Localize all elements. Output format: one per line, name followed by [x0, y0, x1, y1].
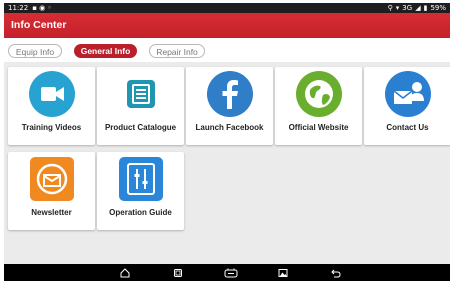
wifi-icon: ▾ [395, 4, 400, 12]
signal-icon: ◢ [415, 4, 421, 12]
page-title: Info Center [11, 19, 67, 31]
tile-label: Product Catalogue [104, 123, 177, 132]
tile-training-videos[interactable]: Training Videos [8, 67, 95, 145]
facebook-icon [206, 71, 253, 117]
video-icon [28, 71, 75, 117]
contact-icon [384, 71, 431, 117]
tile-launch-facebook[interactable]: Launch Facebook [186, 67, 273, 145]
location-icon: ⚲ [387, 4, 393, 12]
back-icon[interactable] [331, 268, 341, 278]
catalogue-icon [126, 80, 155, 108]
tile-official-website[interactable]: Official Website [275, 67, 362, 145]
notification-icon: ▪ ◉ ◦ [32, 4, 52, 12]
operation-guide-icon [118, 157, 163, 201]
system-navigation-bar [4, 264, 450, 281]
tab-equip-info[interactable]: Equip Info [8, 44, 62, 58]
tile-label: Newsletter [31, 208, 72, 217]
screenshot-icon[interactable] [278, 268, 288, 278]
battery-icon: ▮ [423, 4, 428, 12]
home-icon[interactable] [120, 268, 130, 278]
status-time: 11:22 [8, 4, 29, 12]
tile-product-catalogue[interactable]: Product Catalogue [97, 67, 184, 145]
overview-icon[interactable] [173, 268, 183, 278]
tile-label: Official Website [288, 123, 349, 132]
battery-level: 59% [430, 4, 446, 12]
newsletter-icon [29, 157, 74, 201]
vci-icon[interactable] [224, 268, 238, 278]
tab-bar: Equip Info General Info Repair Info [4, 38, 450, 62]
tile-label: Training Videos [21, 123, 82, 132]
tile-contact-us[interactable]: Contact Us [364, 67, 450, 145]
tile-operation-guide[interactable]: Operation Guide [97, 152, 184, 230]
tile-label: Launch Facebook [195, 123, 264, 132]
device-screen: 11:22 ▪ ◉ ◦ ⚲ ▾ 3G ◢ ▮ 59% Info Center E… [4, 3, 450, 281]
tile-label: Operation Guide [109, 208, 172, 217]
globe-icon [295, 71, 342, 117]
tile-label: Contact Us [386, 123, 429, 132]
tile-newsletter[interactable]: Newsletter [8, 152, 95, 230]
network-type: 3G [402, 4, 413, 12]
tab-repair-info[interactable]: Repair Info [149, 44, 205, 58]
status-bar: 11:22 ▪ ◉ ◦ ⚲ ▾ 3G ◢ ▮ 59% [4, 3, 450, 13]
tab-general-info[interactable]: General Info [74, 44, 137, 58]
app-header: Info Center [4, 13, 450, 38]
